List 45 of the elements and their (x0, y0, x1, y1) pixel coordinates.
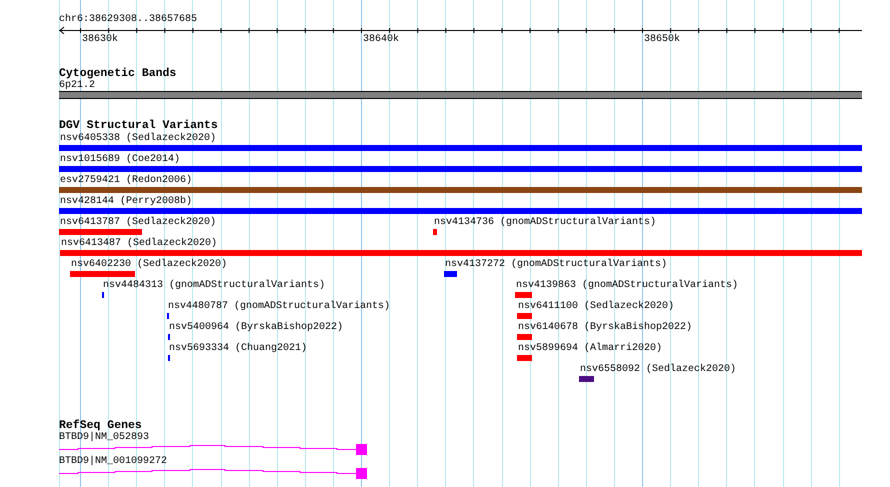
variant-label: nsv6405338 (Sedlazeck2020) (60, 133, 216, 145)
region-label: chr6:38629308..38657685 (59, 14, 198, 26)
variant-bar[interactable] (59, 145, 862, 151)
variant-label: nsv4137272 (gnomADStructuralVariants) (445, 259, 668, 271)
variant-bar[interactable] (579, 376, 594, 382)
variant-label: nsv4484313 (gnomADStructuralVariants) (103, 280, 326, 292)
variant-bar[interactable] (59, 187, 862, 193)
variant-bar[interactable] (517, 313, 532, 319)
transcript-drawing[interactable] (59, 468, 367, 479)
transcript-drawing[interactable] (59, 444, 367, 455)
variant-label: nsv6413487 (Sedlazeck2020) (61, 238, 218, 250)
variant-label: esv2759421 (Redon2006) (60, 175, 192, 187)
variant-label: nsv5693334 (Chuang2021) (169, 343, 308, 355)
variant-bar[interactable] (515, 292, 532, 298)
variant-label: nsv6402230 (Sedlazeck2020) (71, 259, 228, 271)
variant-label: nsv5899694 (Almarri2020) (518, 343, 662, 355)
variant-bar[interactable] (433, 229, 437, 235)
variant-bar[interactable] (517, 355, 532, 361)
variant-label: nsv6140678 (ByrskaBishop2022) (518, 322, 692, 334)
track-title: Cytogenetic Bands (59, 68, 176, 80)
track-title: DGV Structural Variants (59, 120, 218, 132)
band-label: 6p21.2 (59, 80, 96, 91)
gene-label: BTBD9|NM_001099272 (59, 456, 168, 468)
variant-label: nsv4139863 (gnomADStructuralVariants) (516, 280, 738, 292)
gene-label: BTBD9|NM_052893 (59, 432, 150, 444)
tick-label: 38650k (644, 34, 680, 46)
variant-label: nsv6413787 (Sedlazeck2020) (60, 217, 216, 229)
variant-label: nsv4480787 (gnomADStructuralVariants) (168, 301, 390, 313)
cytoband-bar[interactable] (59, 91, 862, 99)
variant-bar[interactable] (59, 229, 142, 235)
tick-label: 38630k (82, 34, 118, 46)
variant-label: nsv6558092 (Sedlazeck2020) (580, 364, 736, 376)
variant-label: nsv6411100 (Sedlazeck2020) (518, 301, 674, 313)
variant-bar[interactable] (70, 271, 135, 277)
variant-label: nsv428144 (Perry2008b) (60, 196, 192, 208)
variant-bar[interactable] (59, 166, 862, 172)
variant-bar[interactable] (517, 334, 532, 340)
track-title: RefSeq Genes (59, 420, 142, 432)
variant-bar[interactable] (444, 271, 457, 277)
variant-label: nsv4134736 (gnomADStructuralVariants) (434, 217, 656, 229)
variant-label: nsv1015689 (Coe2014) (60, 154, 180, 166)
variant-bar[interactable] (59, 208, 862, 214)
variant-label: nsv5400964 (ByrskaBishop2022) (169, 322, 344, 334)
tick-label: 38640k (363, 34, 400, 46)
variant-bar[interactable] (60, 250, 862, 256)
